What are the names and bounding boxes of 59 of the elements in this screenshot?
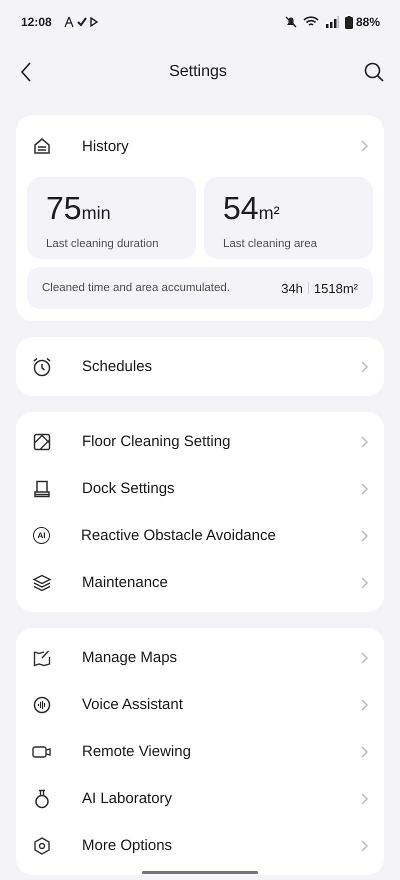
settings-label: Manage Maps [82, 649, 178, 666]
ai-badge-icon: AI [33, 527, 50, 544]
chevron-icon [361, 840, 368, 852]
settings-item[interactable]: Floor Cleaning Setting [16, 418, 384, 465]
chevron-icon [361, 436, 368, 448]
settings-item[interactable]: More Options [16, 822, 384, 869]
muted-bell-icon [284, 16, 297, 28]
total-area: 1518m² [314, 280, 358, 296]
chevron-icon [361, 482, 368, 494]
floor-tile-icon [32, 432, 52, 450]
stat-caption: Last cleaning duration [46, 238, 160, 250]
map-icon [32, 648, 52, 666]
chevron-icon [361, 652, 368, 664]
chevron-icon [361, 792, 368, 804]
settings-label: Remote Viewing [82, 743, 192, 760]
history-row[interactable]: History [16, 115, 384, 177]
settings-label: Dock Settings [82, 480, 176, 497]
chevron-icon [361, 530, 368, 542]
battery-icon [344, 16, 353, 28]
wifi-icon [302, 16, 319, 28]
alarm-clock-icon [32, 356, 52, 376]
settings-item[interactable]: Maintenance [16, 559, 384, 606]
settings-label: Schedules [82, 358, 154, 375]
settings-item[interactable]: Voice Assistant [16, 681, 384, 728]
back-icon[interactable] [20, 62, 32, 82]
settings-label: Maintenance [82, 574, 169, 591]
settings-label: Reactive Obstacle Avoidance [81, 527, 277, 544]
sound-wave-icon [32, 696, 52, 714]
page-title: Settings [169, 63, 227, 81]
search-icon[interactable] [364, 62, 384, 82]
settings-item[interactable]: AI Laboratory [16, 775, 384, 822]
total-time: 34h [281, 280, 303, 296]
chevron-icon [361, 698, 368, 710]
stat-caption: Last cleaning area [223, 238, 318, 250]
layers-icon [32, 574, 52, 592]
stat-value: 75min [46, 189, 112, 228]
summary-text: Cleaned time and area accumulated. [42, 282, 231, 294]
battery-level: 88% [356, 15, 380, 29]
status-time: 12:08 [21, 15, 52, 29]
settings-item[interactable]: Schedules [16, 343, 384, 390]
stat-value: 54m² [223, 189, 281, 228]
signal-icon [324, 16, 339, 28]
settings-label: AI Laboratory [82, 790, 174, 807]
settings-label: More Options [82, 837, 174, 854]
settings-item[interactable]: AI Reactive Obstacle Avoidance [16, 512, 384, 559]
chevron-icon [361, 140, 368, 152]
chevron-icon [361, 576, 368, 588]
settings-item[interactable]: Remote Viewing [16, 728, 384, 775]
chevron-icon [361, 360, 368, 372]
settings-item[interactable]: Manage Maps [16, 634, 384, 681]
settings-label: Voice Assistant [82, 696, 184, 713]
dock-icon [32, 480, 52, 498]
chevron-icon [361, 746, 368, 758]
house-icon [32, 137, 52, 155]
settings-item[interactable]: Dock Settings [16, 465, 384, 512]
history-label: History [82, 138, 130, 154]
video-camera-icon [32, 744, 52, 760]
settings-label: Floor Cleaning Setting [82, 433, 232, 450]
hexagon-icon [32, 836, 52, 854]
